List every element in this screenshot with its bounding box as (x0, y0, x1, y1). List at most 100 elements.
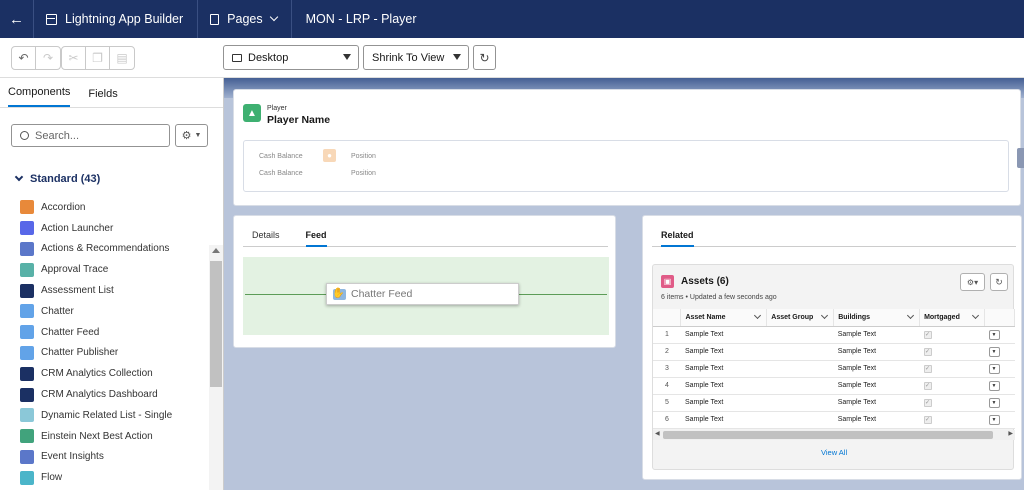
cell-row-actions: ▼ (984, 377, 1015, 395)
col-buildings[interactable]: Buildings (833, 309, 921, 327)
tab-fields[interactable]: Fields (88, 88, 117, 107)
table-horizontal-scrollbar[interactable]: ◀ ▶ (653, 430, 1015, 440)
bar-chart-icon (20, 366, 34, 381)
cut-icon[interactable]: ✂ (62, 47, 86, 69)
list-refresh-button[interactable]: ↻ (990, 273, 1008, 291)
dropdown-arrow-icon (343, 54, 351, 60)
redo-icon[interactable]: ↷ (36, 47, 60, 69)
scroll-left-icon[interactable]: ◀ (655, 430, 660, 437)
copy-icon[interactable]: ❐ (86, 47, 110, 69)
component-item[interactable]: Flow (20, 467, 172, 488)
component-item[interactable]: Chatter Publisher (20, 343, 172, 364)
undo-redo-group: ↶ ↷ (11, 46, 61, 70)
scroll-right-icon[interactable]: ▶ (1008, 430, 1013, 437)
cell-asset-name: Sample Text (680, 343, 767, 361)
edit-group: ✂ ❐ ▤ (61, 46, 135, 70)
component-item[interactable]: Approval Trace (20, 259, 172, 280)
highlight-label: Position (351, 170, 376, 177)
component-label: Accordion (41, 201, 86, 213)
scroll-up-icon[interactable] (212, 248, 220, 253)
sidebar-scrollbar[interactable] (209, 245, 223, 490)
detail-feed-tabs-card[interactable]: Details Feed Chatter Feed ✋ (233, 215, 616, 348)
component-item[interactable]: Event Insights (20, 447, 172, 468)
chevron-down-icon[interactable] (971, 311, 980, 320)
pages-menu[interactable]: Pages (198, 0, 292, 38)
row-number: 2 (653, 343, 681, 361)
drop-zone[interactable]: Chatter Feed ✋ (243, 257, 609, 335)
component-item[interactable]: Einstein Next Best Action (20, 426, 172, 447)
component-item[interactable]: Assessment List (20, 280, 172, 301)
cell-asset-group (766, 360, 834, 378)
cell-row-actions: ▼ (984, 360, 1015, 378)
assets-subtitle: 6 items • Updated a few seconds ago (661, 294, 777, 301)
record-name: Player Name (267, 114, 331, 126)
dropdown-arrow-icon (453, 54, 461, 60)
cell-mortgaged: ✓ (919, 394, 985, 412)
col-label: Buildings (838, 313, 871, 321)
component-item[interactable]: Dynamic Related List - Single (20, 405, 172, 426)
chevron-down-icon (14, 172, 24, 182)
component-label: Dynamic Related List - Single (41, 409, 173, 421)
view-mode-select[interactable]: Shrink To View (363, 45, 469, 70)
tab-details[interactable]: Details (252, 224, 280, 247)
tab-components[interactable]: Components (8, 86, 71, 107)
table-row: 5 Sample Text Sample Text ✓ ▼ (653, 394, 1015, 412)
undo-icon[interactable]: ↶ (12, 47, 36, 69)
col-asset-group[interactable]: Asset Group (766, 309, 835, 327)
component-item[interactable]: Chatter Feed (20, 322, 172, 343)
col-mortgaged[interactable]: Mortgaged (919, 309, 985, 327)
component-list: Accordion Action Launcher Actions & Recomm… (20, 197, 172, 488)
component-label: Flow (41, 472, 63, 484)
record-header-card[interactable]: ▲ Player Player Name Cash Balance Cash B… (233, 89, 1021, 206)
checkbox-icon (20, 283, 34, 298)
related-card[interactable]: Related ▣ Assets (6) 6 items • Updated a… (642, 215, 1022, 480)
component-label: Approval Trace (41, 264, 109, 276)
row-number: 3 (653, 360, 681, 378)
component-item[interactable]: Chatter (20, 301, 172, 322)
row-action-menu-icon[interactable]: ▼ (988, 346, 1000, 357)
row-number: 4 (653, 377, 681, 395)
checkbox-icon: ✓ (923, 398, 932, 407)
component-item[interactable]: CRM Analytics Dashboard (20, 384, 172, 405)
row-action-menu-icon[interactable]: ▼ (988, 397, 1000, 408)
chevron-down-icon[interactable] (821, 311, 829, 320)
right-panel-handle[interactable] (1017, 148, 1024, 168)
refresh-button[interactable]: ↻ (473, 45, 496, 70)
tab-related[interactable]: Related (661, 224, 694, 247)
row-action-menu-icon[interactable]: ▼ (988, 380, 1000, 391)
component-item[interactable]: Actions & Recommendations (20, 239, 172, 260)
cell-row-actions: ▼ (984, 394, 1015, 412)
tab-feed[interactable]: Feed (305, 224, 327, 247)
row-action-menu-icon[interactable]: ▼ (988, 363, 1000, 374)
checkbox-icon: ✓ (923, 364, 932, 373)
chevron-down-icon[interactable] (907, 311, 915, 320)
scroll-thumb[interactable] (210, 261, 222, 387)
bar-chart-icon (20, 387, 34, 402)
paste-icon[interactable]: ▤ (110, 47, 134, 69)
table-row: 6 Sample Text Sample Text ✓ ▼ (653, 411, 1015, 429)
row-action-menu-icon[interactable]: ▼ (988, 329, 1000, 340)
back-button[interactable]: ← (0, 0, 34, 38)
component-item[interactable]: Accordion (20, 197, 172, 218)
dragged-component[interactable]: Chatter Feed (326, 283, 519, 305)
component-item[interactable]: CRM Analytics Collection (20, 363, 172, 384)
scroll-thumb[interactable] (663, 431, 993, 439)
component-label: Action Launcher (41, 222, 114, 234)
chevron-down-icon[interactable] (754, 311, 762, 320)
settings-menu-button[interactable]: ⚙ ▼ (175, 124, 208, 147)
view-all-link[interactable]: View All (821, 448, 847, 457)
device-select[interactable]: Desktop (223, 45, 359, 70)
search-input[interactable]: Search... (11, 124, 170, 147)
refresh-icon: ↻ (995, 276, 1003, 287)
component-item[interactable]: Action Launcher (20, 218, 172, 239)
page-icon (210, 13, 220, 25)
list-settings-button[interactable]: ⚙▾ (960, 273, 985, 291)
row-action-menu-icon[interactable]: ▼ (988, 414, 1000, 425)
cell-asset-group (766, 411, 834, 429)
col-asset-name[interactable]: Asset Name (680, 309, 768, 327)
section-standard[interactable]: Standard (43) (14, 172, 100, 185)
component-label: CRM Analytics Dashboard (41, 389, 158, 401)
cell-asset-group (766, 326, 834, 344)
toolbar: ↶ ↷ ✂ ❐ ▤ Desktop Shrink To View ↻ (0, 38, 1024, 78)
table-row: 4 Sample Text Sample Text ✓ ▼ (653, 377, 1015, 395)
